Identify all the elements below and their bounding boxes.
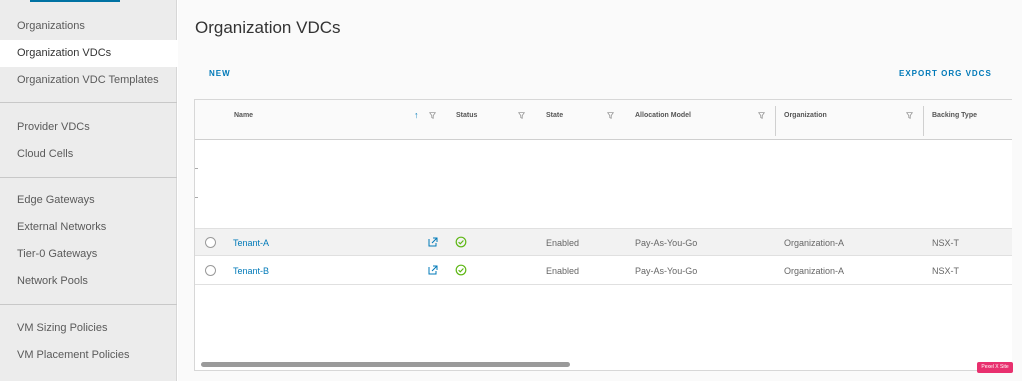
state-cell: Enabled <box>546 238 580 248</box>
row-select-radio[interactable] <box>205 237 216 248</box>
allocation-model-cell: Pay-As-You-Go <box>635 266 698 276</box>
filter-icon[interactable] <box>758 112 765 119</box>
horizontal-scrollbar[interactable] <box>195 360 1012 370</box>
row-marker <box>195 168 198 169</box>
row-marker <box>195 197 198 198</box>
sidebar-item-vm-placement-policies[interactable]: VM Placement Policies <box>0 342 177 369</box>
sidebar-item-organization-vdcs[interactable]: Organization VDCs <box>0 40 177 67</box>
org-vdc-name-link[interactable]: Tenant-A <box>233 238 269 248</box>
sidebar-nav: Organizations Organization VDCs Organiza… <box>0 0 177 381</box>
column-header-name[interactable]: Name <box>234 100 253 140</box>
scrollbar-thumb[interactable] <box>201 362 570 367</box>
column-header-state[interactable]: State <box>546 100 563 140</box>
sidebar-top-accent <box>30 0 120 2</box>
column-resize-handle[interactable] <box>923 106 924 136</box>
column-header-backing-type[interactable]: Backing Type <box>932 100 977 140</box>
table-row[interactable]: Tenant-B Enabled Pay-As-You-Go Organizat… <box>195 257 1012 285</box>
organization-cell: Organization-A <box>784 238 845 248</box>
sidebar-item-external-networks[interactable]: External Networks <box>0 214 177 241</box>
sidebar-item-tier0-gateways[interactable]: Tier-0 Gateways <box>0 241 177 268</box>
column-header-organization[interactable]: Organization <box>784 100 827 140</box>
sidebar-item-cloud-cells[interactable]: Cloud Cells <box>0 141 177 168</box>
main-content: Organization VDCs NEW EXPORT ORG VDCS Na… <box>178 0 1022 381</box>
filter-icon[interactable] <box>518 112 525 119</box>
filter-icon[interactable] <box>906 112 913 119</box>
table-row[interactable]: Tenant-A Enabled Pay-As-You-Go Organizat… <box>195 228 1012 256</box>
watermark-badge: Pexel X Site <box>977 362 1013 373</box>
sidebar-divider <box>0 177 177 178</box>
external-link-icon[interactable] <box>427 236 439 248</box>
sidebar-item-organizations[interactable]: Organizations <box>0 13 177 40</box>
organization-cell: Organization-A <box>784 266 845 276</box>
sidebar-item-edge-gateways[interactable]: Edge Gateways <box>0 187 177 214</box>
org-vdc-name-link[interactable]: Tenant-B <box>233 266 269 276</box>
state-cell: Enabled <box>546 266 580 276</box>
export-org-vdcs-button[interactable]: EXPORT ORG VDCS <box>899 69 992 78</box>
sidebar-item-vm-sizing-policies[interactable]: VM Sizing Policies <box>0 315 177 342</box>
check-circle-icon <box>455 264 467 276</box>
sidebar-divider <box>0 304 177 305</box>
datagrid-header: Name ↑ Status State Allocation Model Org… <box>195 100 1012 140</box>
sort-ascending-icon[interactable]: ↑ <box>414 110 419 120</box>
sidebar-divider <box>0 102 177 103</box>
column-header-allocation-model[interactable]: Allocation Model <box>635 100 691 140</box>
backing-type-cell: NSX-T <box>932 266 959 276</box>
row-select-radio[interactable] <box>205 265 216 276</box>
sidebar-item-provider-vdcs[interactable]: Provider VDCs <box>0 114 177 141</box>
column-resize-handle[interactable] <box>775 106 776 136</box>
check-circle-icon <box>455 236 467 248</box>
allocation-model-cell: Pay-As-You-Go <box>635 238 698 248</box>
filter-icon[interactable] <box>429 112 436 119</box>
sidebar-item-organization-vdc-templates[interactable]: Organization VDC Templates <box>0 67 177 94</box>
org-vdc-datagrid: Name ↑ Status State Allocation Model Org… <box>194 99 1012 371</box>
external-link-icon[interactable] <box>427 264 439 276</box>
filter-icon[interactable] <box>607 112 614 119</box>
page-title: Organization VDCs <box>195 18 341 37</box>
column-header-status[interactable]: Status <box>456 100 477 140</box>
new-button[interactable]: NEW <box>209 69 231 78</box>
sidebar-item-network-pools[interactable]: Network Pools <box>0 268 177 295</box>
backing-type-cell: NSX-T <box>932 238 959 248</box>
